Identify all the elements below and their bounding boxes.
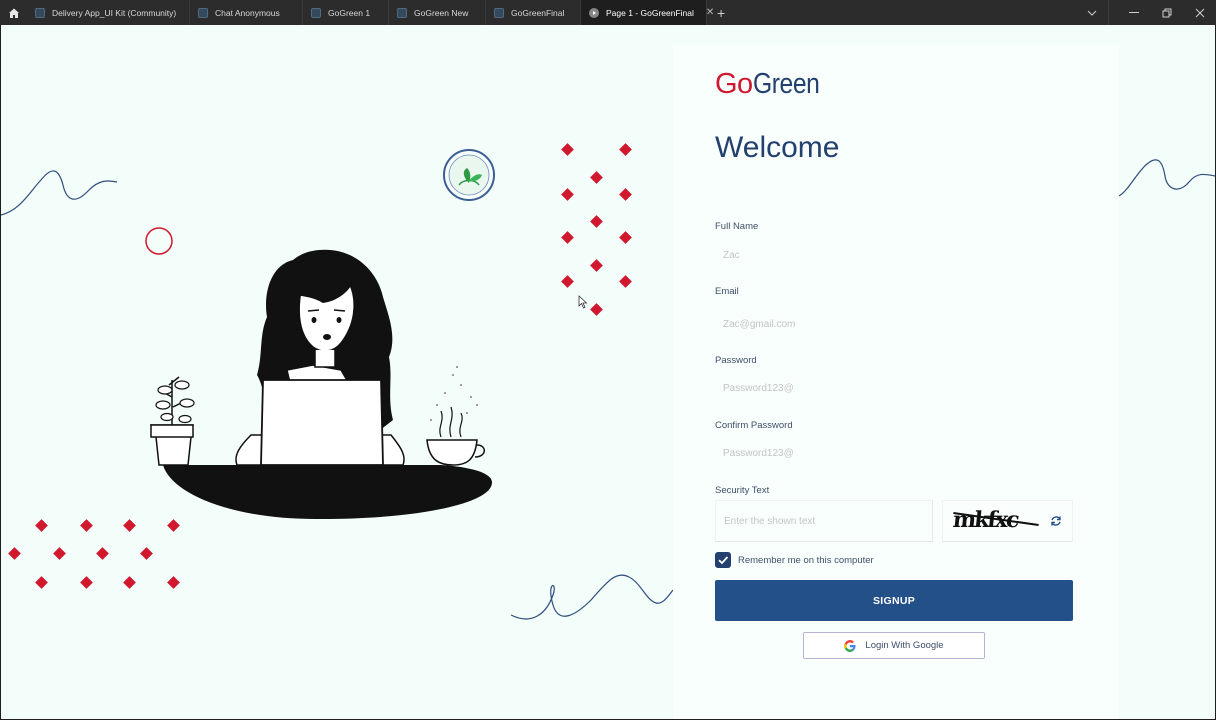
tab-label: GoGreen 1: [328, 7, 371, 18]
new-tab-icon[interactable]: +: [707, 5, 735, 21]
signup-button[interactable]: SIGNUP: [715, 580, 1073, 621]
window-controls: [1076, 0, 1216, 25]
tab-delivery-app[interactable]: Delivery App_UI Kit (Community): [27, 0, 190, 25]
tab-label: Chat Anonymous: [215, 7, 280, 18]
minimize-icon[interactable]: [1117, 0, 1150, 25]
full-name-input[interactable]: [715, 235, 933, 275]
prototype-play-icon: [589, 7, 599, 18]
password-input[interactable]: [715, 368, 933, 408]
captcha-box: mkfxc: [942, 500, 1073, 542]
tab-label: GoGreenFinal: [511, 7, 565, 18]
tab-gogreen-1[interactable]: GoGreen 1: [303, 0, 389, 25]
confirm-password-input[interactable]: [715, 433, 933, 473]
checkmark-icon: [718, 556, 729, 565]
google-login-label: Login With Google: [865, 640, 944, 651]
gogreen-logo: GoGreen: [715, 68, 831, 101]
tab-gogreen-new[interactable]: GoGreen New: [389, 0, 486, 25]
google-login-button[interactable]: Login With Google: [803, 632, 985, 659]
mouse-cursor-icon: [578, 295, 588, 309]
security-text-label: Security Text: [715, 485, 770, 496]
tab-page-1-gogreenfinal[interactable]: Page 1 - GoGreenFinal ✕: [581, 0, 714, 25]
wave-decoration: [1119, 159, 1215, 197]
email-input[interactable]: [715, 304, 933, 344]
chevron-down-icon[interactable]: [1076, 0, 1109, 25]
home-icon[interactable]: [0, 0, 27, 25]
tab-label: GoGreen New: [414, 7, 469, 18]
refresh-icon[interactable]: [1049, 514, 1063, 528]
logo-green: Green: [752, 68, 820, 100]
confirm-password-label: Confirm Password: [715, 420, 793, 431]
close-window-icon[interactable]: [1183, 0, 1216, 25]
figma-file-icon: [35, 7, 45, 18]
email-label: Email: [715, 286, 739, 297]
tab-chat-anonymous[interactable]: Chat Anonymous: [190, 0, 303, 25]
figma-file-icon: [494, 7, 504, 18]
remember-checkbox[interactable]: [715, 552, 731, 568]
tab-label: Page 1 - GoGreenFinal: [606, 7, 694, 18]
tab-label: Delivery App_UI Kit (Community): [52, 7, 177, 18]
remember-label: Remember me on this computer: [738, 555, 874, 566]
figma-file-icon: [397, 7, 407, 18]
security-text-input[interactable]: [715, 500, 933, 542]
restore-icon[interactable]: [1150, 0, 1183, 25]
full-name-label: Full Name: [715, 221, 759, 232]
logo-go: Go: [715, 68, 753, 100]
password-label: Password: [715, 355, 757, 366]
figma-file-icon: [311, 7, 321, 18]
google-icon: [844, 639, 856, 652]
tab-bar: Delivery App_UI Kit (Community) Chat Ano…: [0, 0, 1216, 25]
page-title: Welcome: [715, 131, 840, 164]
signup-illustration: [1, 143, 673, 620]
tab-gogreenfinal[interactable]: GoGreenFinal: [486, 0, 581, 25]
figma-file-icon: [198, 7, 208, 18]
